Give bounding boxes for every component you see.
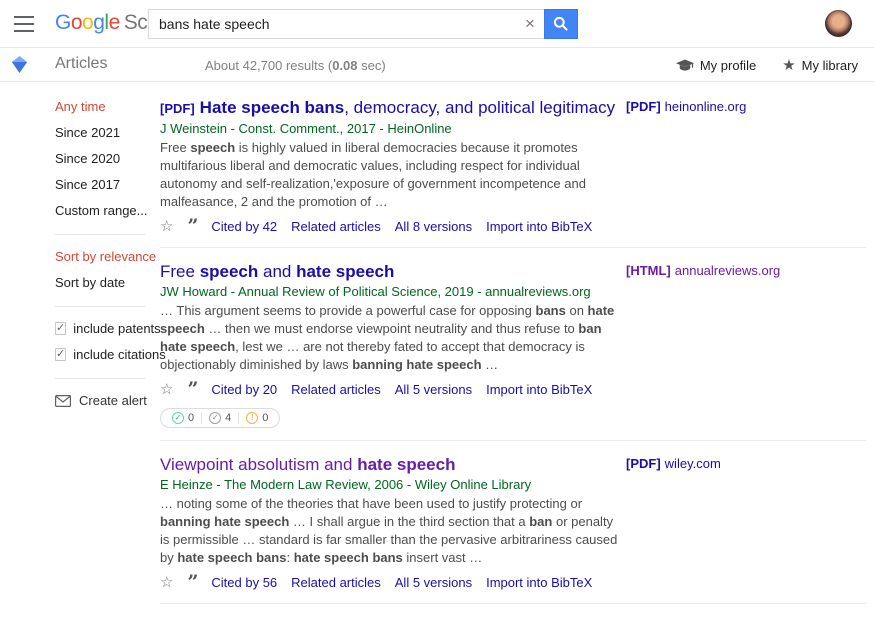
- all-versions-link[interactable]: All 5 versions: [395, 575, 472, 590]
- sidebar-divider: [55, 378, 145, 379]
- result-authors: JW Howard - Annual Review of Political S…: [160, 284, 620, 299]
- result-sidelink[interactable]: [PDF]wiley.com: [626, 456, 721, 471]
- logo-letter: o: [82, 11, 93, 34]
- results-stats: About 42,700 results (0.08 sec): [205, 58, 386, 73]
- search-result: Viewpoint absolutism and hate speech E H…: [160, 452, 866, 604]
- related-articles-link[interactable]: Related articles: [291, 575, 381, 590]
- scite-supporting: ✓ 0: [165, 412, 201, 424]
- sort-by-relevance[interactable]: Sort by relevance: [55, 249, 155, 264]
- mentioning-icon: ✓: [209, 412, 221, 424]
- my-library-label: My library: [802, 58, 858, 73]
- import-bibtex-link[interactable]: Import into BibTeX: [486, 219, 592, 234]
- results-toolbar: Articles About 42,700 results (0.08 sec)…: [0, 48, 874, 82]
- logo-letter: e: [109, 11, 120, 34]
- all-versions-link[interactable]: All 5 versions: [395, 382, 472, 397]
- menu-icon[interactable]: [14, 16, 34, 32]
- extension-gem-icon[interactable]: [11, 55, 28, 79]
- sidebar-divider: [55, 306, 145, 307]
- my-profile-label: My profile: [700, 58, 756, 73]
- result-snippet: Free speech is highly valued in liberal …: [160, 139, 620, 211]
- search-result: You can't stay here: The efficacy of red…: [160, 615, 866, 620]
- my-library-link[interactable]: ★ My library: [782, 56, 858, 74]
- filter-any-time[interactable]: Any time: [55, 99, 155, 114]
- include-citations-label: include citations: [73, 347, 166, 362]
- create-alert-label: Create alert: [79, 393, 147, 408]
- import-bibtex-link[interactable]: Import into BibTeX: [486, 575, 592, 590]
- save-star-icon[interactable]: ☆: [160, 573, 173, 591]
- supporting-check-icon: ✓: [172, 412, 184, 424]
- search-button[interactable]: [544, 9, 578, 39]
- sidebar-divider: [55, 234, 145, 235]
- include-citations-checkbox[interactable]: ✓ include citations: [55, 347, 155, 362]
- star-icon: ★: [782, 56, 795, 74]
- cited-by-link[interactable]: Cited by 56: [211, 575, 277, 590]
- cite-icon[interactable]: ”: [187, 577, 197, 587]
- result-title[interactable]: Free speech and hate speech: [160, 261, 620, 282]
- my-profile-link[interactable]: My profile: [676, 56, 756, 74]
- result-title[interactable]: Viewpoint absolutism and hate speech: [160, 454, 620, 475]
- filters-sidebar: Any time Since 2021 Since 2020 Since 201…: [55, 99, 155, 408]
- cited-by-link[interactable]: Cited by 42: [211, 219, 277, 234]
- top-header: GoogleScholar ×: [0, 0, 874, 48]
- search-box: ×: [148, 9, 544, 39]
- related-articles-link[interactable]: Related articles: [291, 382, 381, 397]
- result-sidelink[interactable]: [PDF]heinonline.org: [626, 99, 746, 114]
- save-star-icon[interactable]: ☆: [160, 217, 173, 235]
- save-star-icon[interactable]: ☆: [160, 380, 173, 398]
- pdf-tag: [PDF]: [626, 99, 661, 114]
- create-alert-button[interactable]: Create alert: [55, 393, 155, 408]
- filter-custom-range[interactable]: Custom range...: [55, 203, 155, 218]
- include-patents-checkbox[interactable]: ✓ include patents: [55, 321, 155, 336]
- avatar[interactable]: [825, 10, 852, 37]
- filter-since-2020[interactable]: Since 2020: [55, 151, 155, 166]
- pdf-tag: [PDF]: [160, 101, 195, 116]
- pdf-tag: [PDF]: [626, 456, 661, 471]
- results-list: [PDF]Hate speech bans, democracy, and po…: [160, 82, 866, 620]
- cite-icon[interactable]: ”: [187, 221, 197, 231]
- search-result: [PDF]Hate speech bans, democracy, and po…: [160, 95, 866, 248]
- checkbox-icon: ✓: [55, 322, 66, 335]
- result-title[interactable]: [PDF]Hate speech bans, democracy, and po…: [160, 97, 620, 119]
- include-patents-label: include patents: [73, 321, 160, 336]
- cite-icon[interactable]: ”: [187, 384, 197, 394]
- result-sidelink[interactable]: [HTML]annualreviews.org: [626, 263, 780, 278]
- search-result: Free speech and hate speech JW Howard - …: [160, 259, 866, 441]
- result-authors: J Weinstein - Const. Comment., 2017 - He…: [160, 121, 620, 136]
- search-input[interactable]: [149, 16, 516, 32]
- html-tag: [HTML]: [626, 263, 671, 278]
- result-snippet: … noting some of the theories that have …: [160, 495, 620, 567]
- all-versions-link[interactable]: All 8 versions: [395, 219, 472, 234]
- cited-by-link[interactable]: Cited by 20: [211, 382, 277, 397]
- scite-badge[interactable]: ✓ 0 ✓ 4 ! 0: [160, 408, 280, 428]
- checkbox-icon: ✓: [55, 348, 66, 361]
- result-snippet: … This argument seems to provide a power…: [160, 302, 620, 374]
- scite-contrasting: ! 0: [238, 412, 275, 424]
- clear-search-icon[interactable]: ×: [516, 10, 544, 38]
- tab-articles: Articles: [55, 55, 107, 73]
- contrasting-icon: !: [246, 412, 258, 424]
- logo-letter: g: [93, 11, 104, 34]
- sort-by-date[interactable]: Sort by date: [55, 275, 155, 290]
- result-authors: E Heinze - The Modern Law Review, 2006 -…: [160, 477, 620, 492]
- filter-since-2021[interactable]: Since 2021: [55, 125, 155, 140]
- logo-letter: o: [71, 11, 82, 34]
- magnifier-icon: [553, 16, 569, 32]
- filter-since-2017[interactable]: Since 2017: [55, 177, 155, 192]
- graduation-cap-icon: [676, 58, 694, 73]
- scite-mentioning: ✓ 4: [201, 412, 238, 424]
- import-bibtex-link[interactable]: Import into BibTeX: [486, 382, 592, 397]
- logo-letter: G: [55, 11, 71, 34]
- related-articles-link[interactable]: Related articles: [291, 219, 381, 234]
- envelope-icon: [55, 395, 71, 407]
